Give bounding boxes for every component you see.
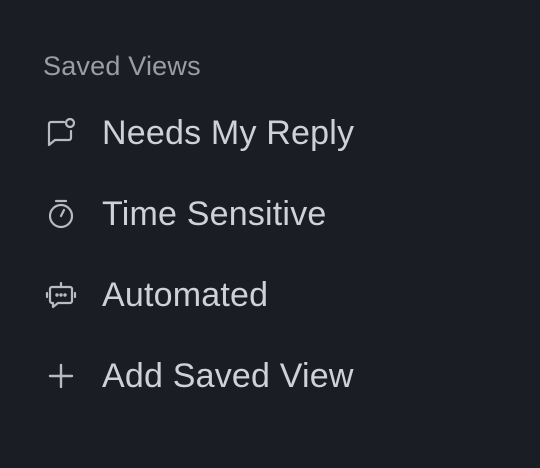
plus-icon [44, 355, 86, 397]
saved-view-automated[interactable]: Automated [44, 270, 484, 320]
saved-view-needs-my-reply[interactable]: Needs My Reply [44, 108, 484, 158]
stopwatch-icon [44, 193, 86, 235]
saved-views-panel: Saved Views Needs My Reply Time Sensitiv… [0, 0, 540, 468]
saved-view-label: Needs My Reply [102, 114, 355, 152]
saved-view-time-sensitive[interactable]: Time Sensitive [44, 189, 484, 239]
add-saved-view-label: Add Saved View [102, 357, 354, 395]
message-badge-icon [44, 112, 86, 154]
saved-view-label: Time Sensitive [102, 195, 327, 233]
robot-icon [44, 274, 86, 316]
section-title: Saved Views [43, 51, 201, 81]
add-saved-view-button[interactable]: Add Saved View [44, 351, 484, 401]
saved-view-label: Automated [102, 276, 269, 314]
